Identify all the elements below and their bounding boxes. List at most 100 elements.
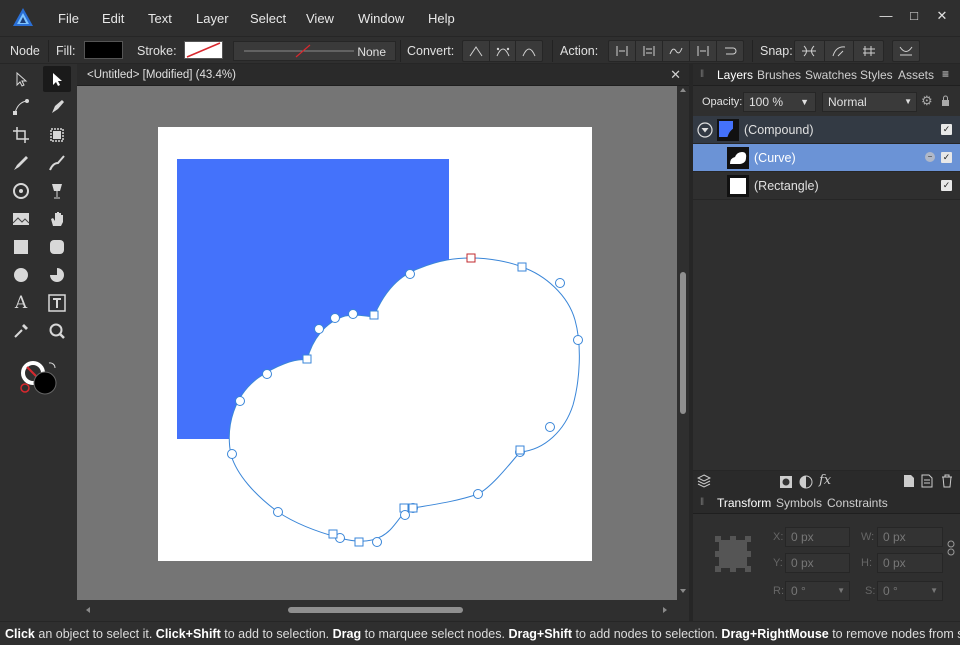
panel-grip-icon[interactable]: ‖ (700, 69, 704, 80)
canvas[interactable] (77, 86, 677, 600)
transform-mode-button[interactable] (893, 41, 919, 61)
tab-brushes[interactable]: Brushes (757, 68, 801, 82)
status-key: Click+Shift (155, 627, 221, 641)
group-layers-icon[interactable] (921, 474, 933, 488)
close-document-button[interactable]: ✕ (670, 67, 681, 83)
move-tool[interactable] (7, 66, 35, 92)
view-hand-tool[interactable] (43, 206, 71, 232)
mask-icon[interactable] (779, 475, 793, 489)
horizontal-scrollbar[interactable] (77, 600, 689, 620)
pie-tool[interactable] (43, 262, 71, 288)
maximize-button[interactable]: □ (906, 7, 922, 25)
menu-select[interactable]: Select (250, 11, 286, 26)
menu-edit[interactable]: Edit (102, 11, 124, 26)
status-key: Click (5, 627, 35, 641)
tab-assets[interactable]: Assets (898, 68, 934, 82)
fx-icon[interactable]: fx (819, 473, 831, 488)
close-curve-button[interactable] (636, 41, 663, 61)
reverse-curve-button[interactable] (717, 41, 743, 61)
lock-icon[interactable] (941, 95, 950, 107)
smooth-curve-button[interactable] (663, 41, 690, 61)
y-field[interactable]: 0 px (785, 553, 850, 573)
color-wells[interactable] (18, 358, 62, 398)
fill-tool[interactable] (7, 178, 35, 204)
vertical-scrollbar[interactable] (677, 86, 689, 600)
pen-tool[interactable] (43, 94, 71, 120)
point-transform-tool[interactable] (7, 94, 35, 120)
layer-visibility-checkbox[interactable]: ✓ (941, 152, 952, 163)
convert-smart-button[interactable] (516, 41, 542, 61)
rotation-field[interactable]: 0 ° ▼ (785, 581, 850, 601)
layer-row-compound[interactable]: (Compound) ✓ (693, 116, 960, 144)
vector-crop-tool[interactable] (43, 122, 71, 148)
tab-constraints[interactable]: Constraints (827, 496, 888, 510)
s-label: S: (865, 585, 876, 597)
tab-transform[interactable]: Transform (717, 496, 771, 510)
anchor-selector-icon[interactable] (715, 536, 751, 572)
transparency-tool[interactable] (43, 178, 71, 204)
stroke-width-field[interactable]: None (233, 41, 396, 61)
menu-text[interactable]: Text (148, 11, 172, 26)
menu-file[interactable]: File (58, 11, 79, 26)
layer-stack-icon[interactable] (697, 474, 711, 488)
blend-mode-value: Normal (828, 95, 867, 109)
node-tool[interactable] (43, 66, 71, 92)
w-field[interactable]: 0 px (877, 527, 943, 547)
y-label: Y: (773, 557, 783, 569)
snap-label: Snap: (760, 44, 793, 58)
snap-to-curve-button[interactable] (795, 41, 825, 61)
adjustment-icon[interactable] (799, 475, 813, 489)
ellipse-tool[interactable] (7, 262, 35, 288)
minimize-button[interactable]: — (878, 7, 894, 25)
canvas-drawing[interactable] (77, 86, 677, 600)
layer-row-rectangle[interactable]: (Rectangle) ✓ (693, 172, 960, 200)
artistic-text-tool[interactable]: A (7, 290, 35, 316)
tab-styles[interactable]: Styles (860, 68, 893, 82)
convert-smooth-button[interactable] (490, 41, 517, 61)
expand-chevron-icon[interactable] (697, 122, 713, 138)
layer-visibility-checkbox[interactable]: ✓ (941, 124, 952, 135)
app-logo-icon (13, 8, 33, 26)
layer-visibility-checkbox[interactable]: ✓ (941, 180, 952, 191)
stroke-swatch[interactable] (184, 41, 223, 59)
close-window-button[interactable]: ✕ (934, 7, 950, 25)
status-text: an object to select it. (34, 627, 156, 641)
rounded-rectangle-tool[interactable] (43, 234, 71, 260)
tab-symbols[interactable]: Symbols (776, 496, 822, 510)
color-picker-tool[interactable] (7, 318, 35, 344)
shear-field[interactable]: 0 ° ▼ (877, 581, 943, 601)
vertical-scrollbar-graphic (680, 88, 686, 593)
panel-menu-icon[interactable]: ≡ (942, 67, 949, 81)
add-layer-icon[interactable] (903, 474, 915, 488)
break-curve-button[interactable] (609, 41, 636, 61)
frame-text-tool[interactable] (43, 290, 71, 316)
pencil-tool[interactable] (7, 150, 35, 176)
tab-layers[interactable]: Layers (717, 68, 753, 82)
h-field[interactable]: 0 px (877, 553, 943, 573)
link-aspect-icon[interactable] (947, 540, 955, 556)
vector-brush-tool[interactable] (43, 150, 71, 176)
delete-layer-icon[interactable] (941, 474, 953, 488)
snap-to-grid-button[interactable] (854, 41, 883, 61)
layer-settings-gear-icon[interactable]: ⚙ (921, 93, 933, 109)
snap-to-node-button[interactable] (825, 41, 855, 61)
fill-swatch[interactable] (84, 41, 123, 59)
menu-window[interactable]: Window (358, 11, 404, 26)
blend-mode-select[interactable]: Normal ▼ (822, 92, 917, 112)
menu-help[interactable]: Help (428, 11, 455, 26)
tab-swatches[interactable]: Swatches (805, 68, 857, 82)
x-field[interactable]: 0 px (785, 527, 850, 547)
place-image-tool[interactable] (7, 206, 35, 232)
opacity-field[interactable]: 100 % ▼ (743, 92, 816, 112)
join-curves-button[interactable] (690, 41, 717, 61)
layer-row-curve[interactable]: (Curve) − ✓ (693, 144, 960, 172)
panel-grip-icon[interactable]: ‖ (700, 497, 704, 508)
menu-view[interactable]: View (306, 11, 334, 26)
stroke-value: None (357, 45, 386, 59)
rectangle-tool[interactable] (7, 234, 35, 260)
convert-sharp-button[interactable] (463, 41, 490, 61)
zoom-tool[interactable] (43, 318, 71, 344)
menu-layer[interactable]: Layer (196, 11, 229, 26)
crop-tool[interactable] (7, 122, 35, 148)
document-tab[interactable]: <Untitled> [Modified] (43.4%) ✕ (77, 64, 689, 86)
